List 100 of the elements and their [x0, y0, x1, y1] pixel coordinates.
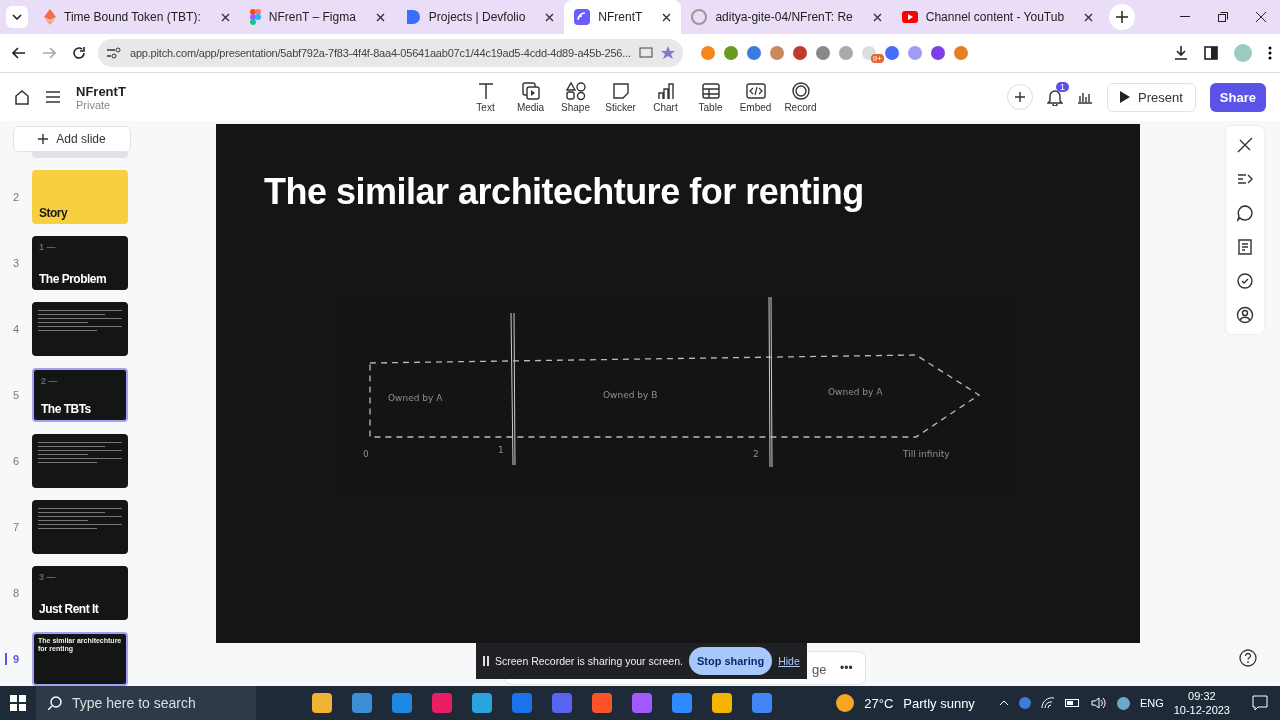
new-tab-icon[interactable] — [1109, 4, 1136, 30]
extension-icon[interactable] — [723, 46, 738, 60]
taskbar-app-icon[interactable] — [752, 693, 772, 713]
clock-time[interactable]: 09:32 — [1188, 689, 1216, 703]
taskbar-app-icon[interactable] — [472, 693, 492, 713]
slide-thumbnail[interactable] — [32, 500, 128, 554]
taskbar-app-icon[interactable] — [672, 693, 692, 713]
download-icon[interactable] — [1174, 46, 1188, 60]
globe-icon[interactable] — [1116, 696, 1130, 710]
menu-icon[interactable] — [1268, 46, 1272, 60]
side-panel-icon[interactable] — [1204, 46, 1218, 60]
taskbar-app-icon[interactable] — [312, 693, 332, 713]
invite-icon[interactable] — [1007, 84, 1034, 110]
slide-number: 6 — [11, 455, 21, 467]
taskbar-app-icon[interactable] — [592, 693, 612, 713]
toolbar-button[interactable]: Record — [779, 81, 822, 113]
notifications-icon[interactable] — [1252, 695, 1268, 711]
extension-icon[interactable] — [815, 46, 830, 60]
sticker-tool-icon — [610, 81, 631, 101]
toolbar-label[interactable]: ge — [812, 662, 827, 677]
extension-icon[interactable] — [930, 46, 945, 60]
install-icon[interactable] — [638, 47, 653, 59]
close-icon[interactable] — [1084, 12, 1094, 22]
add-slide-button[interactable]: Add slide — [13, 126, 131, 152]
sharing-message: Screen Recorder is sharing your screen. — [495, 655, 683, 667]
tab-list-icon[interactable] — [6, 6, 28, 28]
taskbar-app-icon[interactable] — [392, 693, 412, 713]
user-icon[interactable] — [1236, 306, 1254, 324]
extension-icon[interactable] — [792, 46, 807, 60]
bell-icon[interactable] — [1047, 88, 1064, 106]
close-icon[interactable] — [662, 12, 672, 22]
slide-thumbnail[interactable]: 2 — The TBTs — [32, 368, 128, 422]
windows-start-icon[interactable] — [10, 695, 26, 711]
pause-icon — [483, 656, 489, 666]
share-button[interactable]: Share — [1209, 82, 1266, 112]
url-text: app.pitch.com/app/presentation/5abf792a-7f83-4f4f-8aa4-05641aab07c1/44c19ad5-4cdd-4d89-a45b-256... — [130, 47, 631, 59]
notes-icon[interactable] — [1236, 238, 1254, 256]
toolbar-button[interactable]: Shape — [554, 81, 597, 113]
toolbar-button[interactable]: Text — [464, 81, 507, 113]
browser-tab[interactable]: NFrenT – Figma — [239, 0, 395, 34]
browser-tab[interactable]: Channel content - YouTub — [891, 0, 1104, 34]
extension-icon[interactable] — [953, 46, 968, 60]
ethereum-icon — [44, 9, 56, 25]
extension-icon[interactable] — [746, 46, 761, 60]
presentation-title[interactable]: NFrentT — [76, 83, 126, 99]
taskbar-app-icon[interactable] — [632, 693, 652, 713]
slide-thumbnail[interactable]: 3 — Just Rent It — [32, 566, 128, 620]
extension-icon[interactable] — [769, 46, 784, 60]
slide-title: The similar architechture for renting — [264, 170, 864, 214]
browser-tab[interactable]: aditya-gite-04/NFrenT: Re — [681, 0, 892, 34]
extension-icon[interactable] — [884, 46, 899, 60]
slide-thumbnail[interactable] — [32, 434, 128, 488]
style-tool-icon[interactable] — [1236, 136, 1254, 154]
close-icon[interactable] — [220, 12, 230, 22]
toolbar-button[interactable]: Chart — [644, 81, 687, 113]
slide-number: 3 — [11, 257, 21, 269]
slide-thumbnail[interactable] — [32, 152, 128, 158]
shape-tool-icon — [565, 81, 586, 101]
hide-link[interactable]: Hide — [778, 655, 800, 667]
help-icon[interactable] — [1239, 649, 1257, 667]
browser-tab[interactable]: NFrentT — [564, 0, 682, 34]
thumbnail-section-number: 3 — — [39, 572, 56, 582]
toolbar-button[interactable]: Media — [509, 81, 552, 113]
weather-icon — [836, 694, 855, 712]
taskbar-app-icon[interactable] — [352, 693, 372, 713]
taskbar-search-field[interactable]: Type here to search — [36, 686, 256, 720]
present-button[interactable]: Present — [1107, 82, 1196, 112]
slide-thumbnail[interactable] — [32, 302, 128, 356]
youtube-icon — [901, 11, 918, 23]
chevron-up-icon[interactable] — [998, 700, 1009, 706]
address-bar[interactable]: app.pitch.com/app/presentation/5abf792a-7f83-4f4f-8aa4-05641aab07c1/44c19ad5-4cdd-4d89-a45b-256... — [98, 39, 683, 67]
timeline-tick-label: Till infinity — [903, 449, 950, 460]
extension-icon[interactable] — [700, 46, 715, 60]
battery-icon[interactable] — [1064, 698, 1081, 708]
close-icon[interactable] — [872, 12, 882, 22]
toolbar-button[interactable]: Table — [689, 81, 732, 113]
browser-tab[interactable]: Projects | Devfolio — [394, 0, 565, 34]
star-icon[interactable] — [660, 46, 675, 60]
taskbar-app-icon[interactable] — [712, 693, 732, 713]
wifi-icon[interactable] — [1040, 697, 1055, 709]
home-icon[interactable] — [14, 89, 30, 105]
slide-thumbnail[interactable]: Story — [32, 170, 128, 224]
toolbar-button[interactable]: Sticker — [599, 81, 642, 113]
speaker-icon[interactable] — [1090, 697, 1107, 709]
tray-app-icon[interactable] — [1018, 697, 1031, 709]
thumbnail-section-number: 1 — — [39, 242, 56, 252]
comment-icon[interactable] — [1236, 204, 1254, 222]
close-icon[interactable] — [545, 12, 555, 22]
toolbar-button[interactable]: Embed — [734, 81, 777, 113]
site-info-icon[interactable] — [106, 47, 122, 59]
slide-thumbnail[interactable]: 1 — The Problem — [32, 236, 128, 290]
analytics-icon[interactable] — [1077, 90, 1094, 104]
language-indicator[interactable]: ENG — [1139, 697, 1164, 709]
browser-tab[interactable]: Time Bound Token (TBT): — [34, 0, 240, 34]
more-button[interactable]: ••• — [840, 661, 853, 675]
check-circle-icon[interactable] — [1236, 272, 1254, 290]
stop-sharing-button[interactable]: Stop sharing — [688, 647, 773, 675]
clock-date[interactable]: 10-12-2023 — [1173, 703, 1230, 717]
close-icon[interactable] — [375, 12, 385, 22]
taskbar-app-icon[interactable] — [432, 693, 452, 713]
